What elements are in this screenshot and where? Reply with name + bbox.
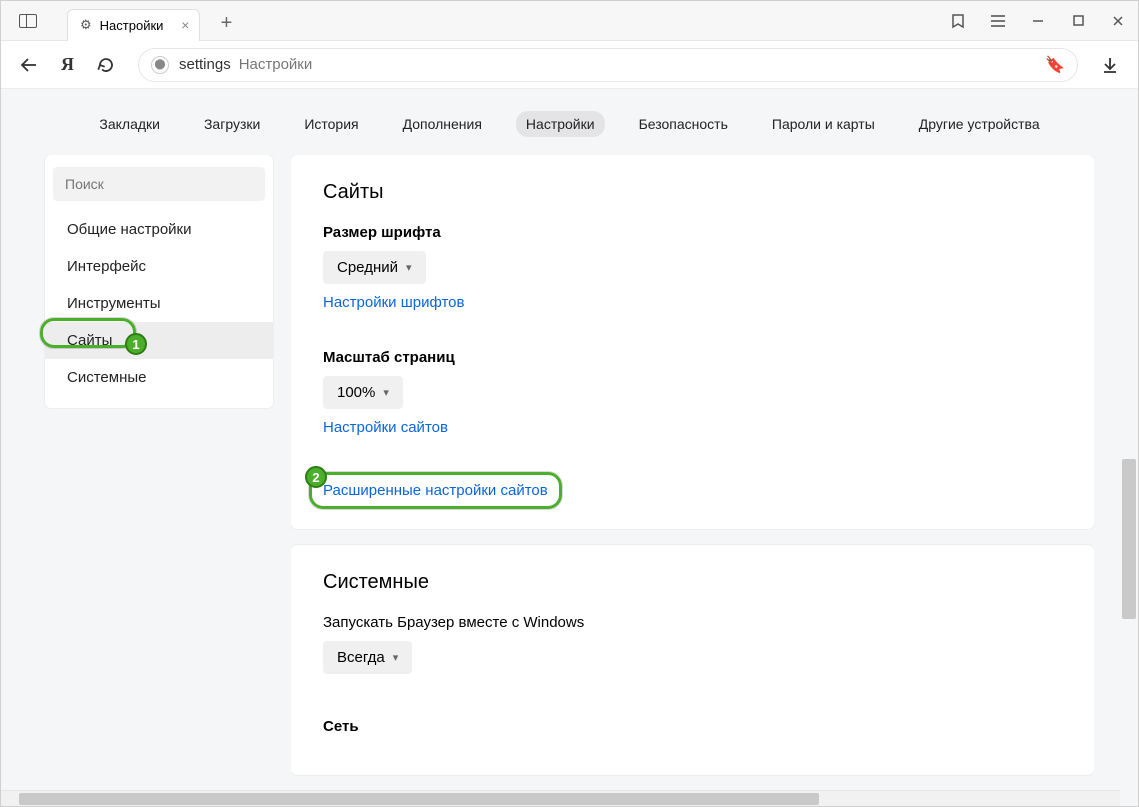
system-card: Системные Запускать Браузер вместе с Win…: [291, 545, 1094, 775]
reload-button[interactable]: [96, 55, 116, 75]
sidebar-item-label: Сайты: [67, 332, 112, 349]
close-window-button[interactable]: [1110, 13, 1126, 29]
sidebar-item-tools[interactable]: Инструменты: [45, 285, 273, 322]
annotation-badge-2: 2: [305, 466, 327, 488]
new-tab-button[interactable]: +: [212, 10, 240, 38]
site-settings-link[interactable]: Настройки сайтов: [323, 419, 448, 436]
sites-heading: Сайты: [323, 181, 1062, 204]
maximize-button[interactable]: [1070, 13, 1086, 29]
tab-title: Настройки: [100, 18, 164, 33]
sidebar-item-system[interactable]: Системные: [45, 359, 273, 396]
address-bar: Я ⬤ settingsНастройки 🔖: [1, 41, 1138, 89]
omnibox-text: settingsНастройки: [179, 56, 312, 73]
close-tab-icon[interactable]: ×: [181, 17, 189, 33]
sidebar-item-sites[interactable]: Сайты 1: [45, 322, 273, 359]
browser-tab[interactable]: ⚙ Настройки ×: [67, 9, 200, 41]
horizontal-scrollbar-thumb[interactable]: [19, 793, 819, 805]
sidebar-item-interface[interactable]: Интерфейс: [45, 248, 273, 285]
system-heading: Системные: [323, 571, 1062, 594]
settings-page: Закладки Загрузки История Дополнения Нас…: [1, 89, 1138, 806]
minimize-button[interactable]: [1030, 13, 1046, 29]
menu-icon[interactable]: [990, 13, 1006, 29]
bookmarks-panel-icon[interactable]: [950, 13, 966, 29]
bookmark-icon[interactable]: 🔖: [1045, 55, 1065, 75]
font-size-label: Размер шрифта: [323, 224, 1062, 241]
sidebar-item-general[interactable]: Общие настройки: [45, 211, 273, 248]
settings-search-input[interactable]: [53, 167, 265, 201]
font-size-select[interactable]: Средний: [323, 251, 426, 284]
back-button[interactable]: [19, 55, 39, 75]
topnav-passwords[interactable]: Пароли и карты: [762, 111, 885, 137]
font-settings-link[interactable]: Настройки шрифтов: [323, 294, 465, 311]
site-info-icon[interactable]: ⬤: [151, 56, 169, 74]
network-label: Сеть: [323, 718, 1062, 735]
zoom-select[interactable]: 100%: [323, 376, 403, 409]
topnav-addons[interactable]: Дополнения: [393, 111, 492, 137]
downloads-button[interactable]: [1100, 55, 1120, 75]
vertical-scrollbar-thumb[interactable]: [1122, 459, 1136, 619]
topnav-bookmarks[interactable]: Закладки: [89, 111, 170, 137]
topnav-security[interactable]: Безопасность: [629, 111, 738, 137]
settings-topnav: Закладки Загрузки История Дополнения Нас…: [1, 89, 1138, 155]
topnav-devices[interactable]: Другие устройства: [909, 111, 1050, 137]
advanced-site-settings-link[interactable]: Расширенные настройки сайтов: [323, 482, 548, 499]
zoom-label: Масштаб страниц: [323, 349, 1062, 366]
gear-icon: ⚙: [80, 17, 92, 33]
horizontal-scrollbar[interactable]: [1, 790, 1120, 806]
omnibox[interactable]: ⬤ settingsНастройки 🔖: [138, 48, 1078, 82]
topnav-settings[interactable]: Настройки: [516, 111, 605, 137]
titlebar: ⚙ Настройки × +: [1, 1, 1138, 41]
annotation-badge-1: 1: [125, 333, 147, 355]
autostart-label: Запускать Браузер вместе с Windows: [323, 614, 1062, 631]
settings-panel: Сайты Размер шрифта Средний Настройки шр…: [291, 155, 1094, 806]
autostart-select[interactable]: Всегда: [323, 641, 412, 674]
sites-card: Сайты Размер шрифта Средний Настройки шр…: [291, 155, 1094, 529]
topnav-downloads[interactable]: Загрузки: [194, 111, 270, 137]
panel-toggle-icon[interactable]: [19, 14, 37, 28]
settings-sidebar: Общие настройки Интерфейс Инструменты Са…: [45, 155, 273, 408]
topnav-history[interactable]: История: [294, 111, 368, 137]
yandex-logo-icon[interactable]: Я: [61, 54, 74, 75]
